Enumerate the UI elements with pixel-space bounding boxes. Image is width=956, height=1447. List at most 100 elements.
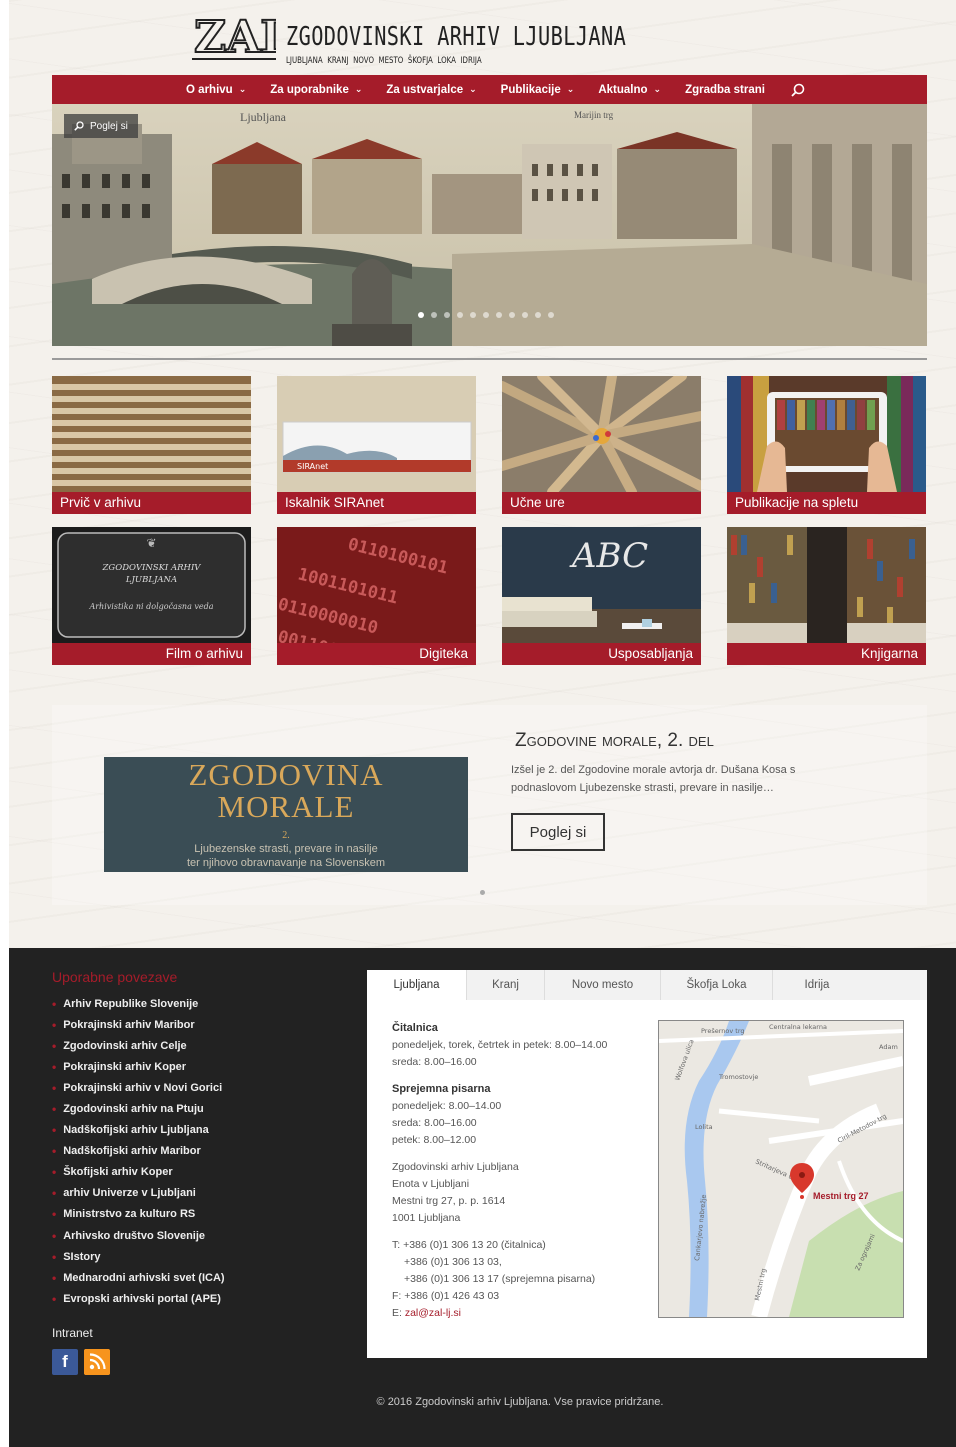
tile-knjigarna[interactable]: Knjigarna (727, 527, 926, 665)
tab-skofja-loka[interactable]: Škofja Loka (661, 970, 773, 1000)
tile-publikacije-na-spletu[interactable]: Publikacije na spletu (727, 376, 926, 514)
footer-link-label: Pokrajinski arhiv Maribor (63, 1018, 195, 1031)
tile-prvic-v-arhivu[interactable]: Prvič v arhivu (52, 376, 251, 514)
slider-dot[interactable] (418, 312, 424, 318)
facebook-icon[interactable]: f (52, 1349, 78, 1375)
facebook-letter: f (62, 1352, 68, 1371)
fax: F: +386 (0)1 426 43 03 (392, 1290, 500, 1302)
location-map[interactable]: Prešernov trg Centralna lekarna Adam Tro… (658, 1020, 904, 1318)
office-title: Sprejemna pisarna (392, 1083, 491, 1095)
tab-novo-mesto[interactable]: Novo mesto (545, 970, 661, 1000)
footer-link[interactable]: • Arhivsko društvo Slovenije (52, 1225, 225, 1246)
email-row: E: zal@zal-lj.si (392, 1305, 652, 1322)
slider-dot[interactable] (457, 312, 463, 318)
email-link[interactable]: zal@zal-lj.si (405, 1307, 461, 1319)
tab-idrija[interactable]: Idrija (773, 970, 861, 1000)
nav-item-aktualno[interactable]: Aktualno ⌄ (598, 84, 661, 96)
tile-iskalnik-siranet[interactable]: SIRAnet Iskalnik SIRAnet (277, 376, 476, 514)
footer-link[interactable]: • arhiv Univerze v Ljubljani (52, 1183, 225, 1204)
tile-usposabljanja[interactable]: ABC Usposabljanja (502, 527, 701, 665)
featured-slider-dot[interactable] (480, 890, 485, 895)
chevron-down-icon: ⌄ (238, 84, 247, 94)
footer-link[interactable]: • Zgodovinski arhiv Celje (52, 1035, 225, 1056)
search-icon[interactable] (791, 83, 805, 97)
hero-caption-right: Marijin trg (574, 110, 614, 120)
tile-label: Učne ure (502, 492, 701, 514)
nav-item-publikacije[interactable]: Publikacije ⌄ (501, 84, 575, 96)
intranet-link[interactable]: Intranet (52, 1326, 93, 1340)
featured-book-cover[interactable]: ZGODOVINA MORALE 2. Ljubezenske strasti,… (104, 757, 468, 872)
tile-image-documents (52, 376, 251, 492)
footer-link-label: SIstory (63, 1250, 101, 1263)
reading-room-hours-2: sreda: 8.00–16.00 (392, 1056, 477, 1068)
tab-kranj[interactable]: Kranj (467, 970, 545, 1000)
footer-link[interactable]: • Pokrajinski arhiv Maribor (52, 1014, 225, 1035)
map-street: Lolita (695, 1123, 713, 1131)
tile-image-chalkboard: ABC (502, 527, 701, 643)
bullet-icon: • (52, 1165, 57, 1180)
featured-title: Zgodovine morale, 2. del (515, 730, 714, 751)
logo-mark: ZAL (192, 12, 276, 64)
footer-link[interactable]: • Mednarodni arhivski svet (ICA) (52, 1267, 225, 1288)
office-hours-2: sreda: 8.00–16.00 (392, 1117, 477, 1129)
contact-info: Čitalnica ponedeljek, torek, četrtek in … (392, 1020, 652, 1322)
tile-label: Prvič v arhivu (52, 492, 251, 514)
slider-pagination (418, 312, 554, 318)
map-street: Adam (879, 1043, 898, 1051)
hero-image (52, 104, 927, 346)
nav-item-zgradba-strani[interactable]: Zgradba strani (685, 84, 765, 96)
footer-link[interactable]: • Škofijski arhiv Koper (52, 1162, 225, 1183)
tile-digiteka[interactable]: 0110100101 1001101011 0110000010 1001100… (277, 527, 476, 665)
film-title-line-1: ZGODOVINSKI ARHIV (102, 563, 202, 573)
copyright: © 2016 Zgodovinski arhiv Ljubljana. Vse … (376, 1396, 664, 1408)
footer-link[interactable]: • Evropski arhivski portal (APE) (52, 1288, 225, 1309)
reading-room-hours-1: ponedeljek, torek, četrtek in petek: 8.0… (392, 1039, 608, 1051)
site-logo[interactable]: ZAL ZGODOVINSKI ARHIV LJUBLJANA LJUBLJAN… (192, 12, 626, 66)
nav-item-za-uporabnike[interactable]: Za uporabnike ⌄ (270, 84, 362, 96)
tab-ljubljana[interactable]: Ljubljana (367, 970, 467, 1000)
footer-link[interactable]: • Zgodovinski arhiv na Ptuju (52, 1098, 225, 1119)
magnifier-icon (74, 121, 84, 131)
footer-link[interactable]: • Nadškofijski arhiv Maribor (52, 1141, 225, 1162)
slider-dot[interactable] (509, 312, 515, 318)
footer-link-label: Škofijski arhiv Koper (63, 1166, 173, 1179)
phone-3: +386 (0)1 306 13 17 (sprejemna pisarna) (404, 1273, 596, 1285)
slider-dot[interactable] (431, 312, 437, 318)
footer-link[interactable]: • Pokrajinski arhiv v Novi Gorici (52, 1077, 225, 1098)
footer-link-label: Zgodovinski arhiv Celje (63, 1039, 187, 1052)
slider-dot[interactable] (496, 312, 502, 318)
footer-link[interactable]: • Pokrajinski arhiv Koper (52, 1056, 225, 1077)
tile-label: Usposabljanja (502, 643, 701, 665)
tile-image-tablet-books (727, 376, 926, 492)
main-nav: O arhivu ⌄ Za uporabnike ⌄ Za ustvarjalce ⌄… (52, 75, 927, 104)
rss-icon[interactable] (84, 1349, 110, 1375)
tile-ucne-ure[interactable]: Učne ure (502, 376, 701, 514)
slider-dot[interactable] (483, 312, 489, 318)
hero-caption-left: Ljubljana (240, 110, 286, 124)
footer-link[interactable]: • SIstory (52, 1246, 225, 1267)
logo-letters: ZAL (194, 12, 276, 63)
book-title-line-2: MORALE (217, 789, 355, 824)
nav-item-o-arhivu[interactable]: O arhivu ⌄ (186, 84, 246, 96)
slider-dot[interactable] (470, 312, 476, 318)
nav-item-za-ustvarjalce[interactable]: Za ustvarjalce ⌄ (386, 84, 476, 96)
footer-link-label: Ministrstvo za kulturo RS (63, 1208, 196, 1221)
hero-slider[interactable]: Ljubljana Marijin trg Poglej si (52, 104, 927, 346)
slider-dot[interactable] (548, 312, 554, 318)
footer-link[interactable]: • Arhiv Republike Slovenije (52, 993, 225, 1014)
hero-view-button[interactable]: Poglej si (64, 114, 138, 138)
bullet-icon: • (52, 1038, 57, 1053)
slider-dot[interactable] (522, 312, 528, 318)
chevron-down-icon: ⌄ (566, 84, 575, 94)
footer-link-label: Nadškofijski arhiv Ljubljana (63, 1124, 209, 1137)
footer-link[interactable]: • Nadškofijski arhiv Ljubljana (52, 1120, 225, 1141)
slider-dot[interactable] (444, 312, 450, 318)
chevron-down-icon: ⌄ (354, 84, 363, 94)
featured-view-button[interactable]: Poglej si (511, 813, 605, 851)
slider-dot[interactable] (535, 312, 541, 318)
bullet-icon: • (52, 1207, 57, 1222)
book-subtitle-line-2: ter njihovo obravnavanje na Slovenskem (186, 857, 386, 869)
chevron-down-icon: ⌄ (653, 84, 662, 94)
tile-film-o-arhivu[interactable]: ZGODOVINSKI ARHIV LJUBLJANA Arhivistika … (52, 527, 251, 665)
footer-link[interactable]: • Ministrstvo za kulturo RS (52, 1204, 225, 1225)
